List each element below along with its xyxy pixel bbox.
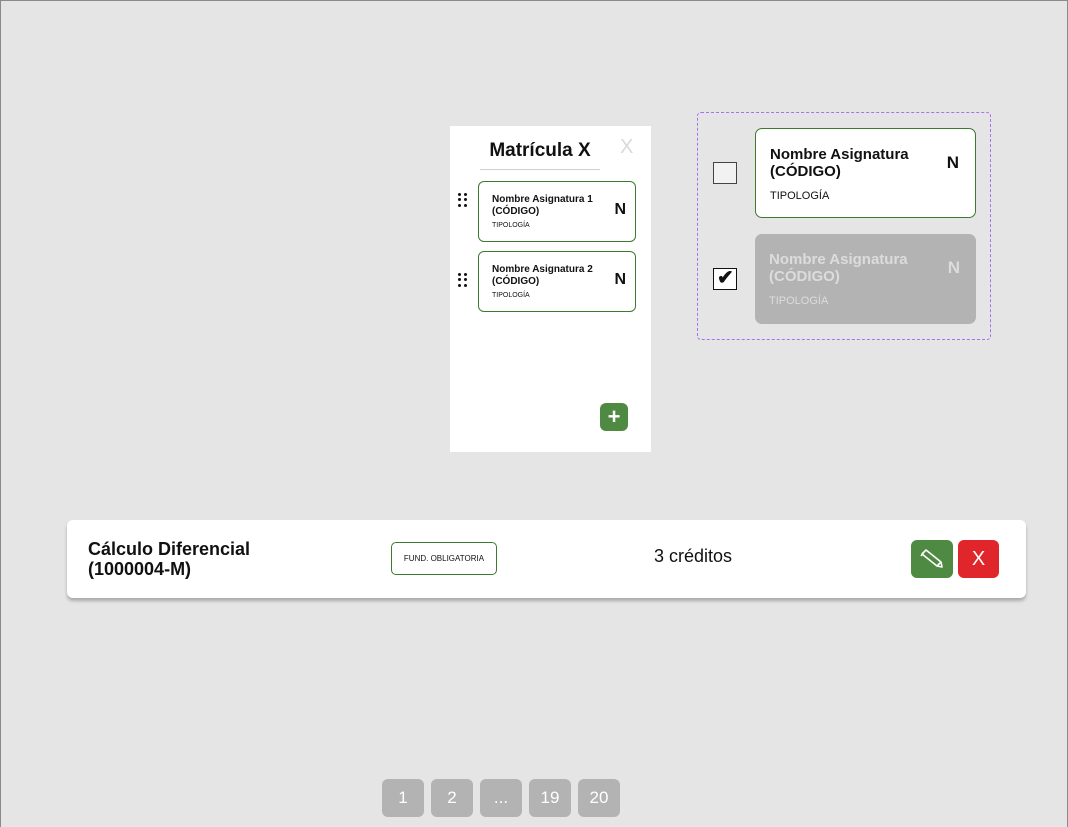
matricula-panel: Matrícula X X Nombre Asignatura 1 (CÓDIG… bbox=[450, 126, 651, 452]
card-variants-group: Nombre Asignatura (CÓDIGO) TIPOLOGÍA N ✔… bbox=[697, 112, 991, 340]
course-name: Cálculo Diferencial (1000004-M) bbox=[88, 539, 250, 579]
course-credits: 3 créditos bbox=[654, 546, 733, 566]
select-checkbox[interactable] bbox=[713, 162, 737, 184]
pencil-icon bbox=[920, 549, 943, 568]
course-row: Cálculo Diferencial (1000004-M) FUND. OB… bbox=[67, 520, 1026, 598]
course-card-name: Nombre Asignatura (CÓDIGO) bbox=[769, 251, 908, 285]
page-ellipsis[interactable]: ... bbox=[480, 779, 522, 817]
matricula-title: Matrícula X bbox=[480, 140, 600, 170]
drag-handle-icon[interactable] bbox=[458, 193, 468, 207]
course-card-grade: N bbox=[947, 258, 960, 277]
course-card-tipologia: TIPOLOGÍA bbox=[492, 292, 530, 299]
drag-handle-icon[interactable] bbox=[458, 273, 468, 287]
course-card-tipologia: TIPOLOGÍA bbox=[770, 190, 830, 202]
course-card-grade: N bbox=[946, 153, 959, 172]
matricula-course-card[interactable]: Nombre Asignatura 1 (CÓDIGO) TIPOLOGÍA N bbox=[478, 181, 636, 242]
close-matricula-button[interactable]: X bbox=[620, 136, 633, 159]
matricula-course-card[interactable]: Nombre Asignatura 2 (CÓDIGO) TIPOLOGÍA N bbox=[478, 251, 636, 312]
pagination: 1 2 ... 19 20 bbox=[382, 779, 620, 817]
course-card-name: Nombre Asignatura 1 (CÓDIGO) bbox=[492, 194, 593, 217]
selectable-course-card[interactable]: Nombre Asignatura (CÓDIGO) TIPOLOGÍA N bbox=[755, 128, 976, 218]
page-button[interactable]: 19 bbox=[529, 779, 571, 817]
course-code-line: (1000004-M) bbox=[88, 559, 192, 579]
delete-course-button[interactable]: X bbox=[958, 540, 999, 578]
course-card-name: Nombre Asignatura (CÓDIGO) bbox=[770, 146, 909, 180]
selected-course-card[interactable]: Nombre Asignatura (CÓDIGO) TIPOLOGÍA N bbox=[755, 234, 976, 324]
course-card-name: Nombre Asignatura 2 (CÓDIGO) bbox=[492, 264, 593, 287]
page-button[interactable]: 1 bbox=[382, 779, 424, 817]
checkmark-icon: ✔ bbox=[717, 267, 734, 289]
add-course-button[interactable]: + bbox=[600, 403, 628, 431]
course-card-grade: N bbox=[614, 201, 626, 218]
page-button[interactable]: 2 bbox=[431, 779, 473, 817]
edit-course-button[interactable] bbox=[911, 540, 953, 578]
course-card-tipologia: TIPOLOGÍA bbox=[769, 295, 829, 307]
course-card-tipologia: TIPOLOGÍA bbox=[492, 222, 530, 229]
page-button[interactable]: 20 bbox=[578, 779, 620, 817]
tipologia-badge: FUND. OBLIGATORIA bbox=[391, 542, 497, 575]
course-name-line: Cálculo Diferencial bbox=[88, 539, 251, 559]
course-card-grade: N bbox=[614, 271, 626, 288]
select-checkbox-checked[interactable]: ✔ bbox=[713, 267, 737, 290]
